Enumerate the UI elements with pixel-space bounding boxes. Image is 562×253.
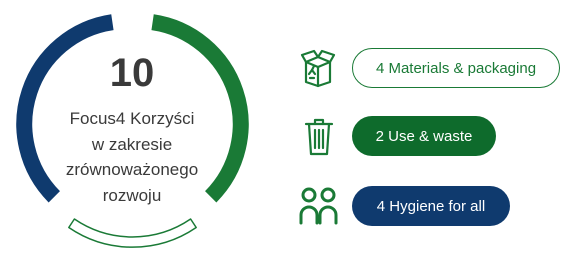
category-label: 2 Use & waste — [375, 127, 473, 145]
benefits-description: Focus4 Korzyści w zakresie zrównoważoneg… — [42, 106, 222, 208]
ring-center-summary: 10 Focus4 Korzyści w zakresie zrównoważo… — [42, 50, 222, 208]
category-hygiene[interactable]: 4 Hygiene for all — [352, 186, 510, 226]
category-use-waste[interactable]: 2 Use & waste — [352, 116, 496, 156]
people-icon — [299, 187, 338, 225]
ring-segment-track — [68, 218, 197, 248]
category-materials-packaging[interactable]: 4 Materials & packaging — [352, 48, 560, 88]
description-line: rozwoju — [102, 185, 162, 205]
category-label: 4 Hygiene for all — [376, 197, 486, 215]
recycling-box-icon — [300, 49, 336, 88]
description-line: zrównoważonego — [65, 160, 199, 179]
description-line: Focus4 Korzyści — [69, 109, 195, 128]
category-label: 4 Materials & packaging — [375, 59, 537, 77]
trash-bin-icon — [304, 118, 334, 156]
benefits-count: 10 — [109, 51, 155, 95]
description-line: w zakresie — [91, 134, 173, 154]
